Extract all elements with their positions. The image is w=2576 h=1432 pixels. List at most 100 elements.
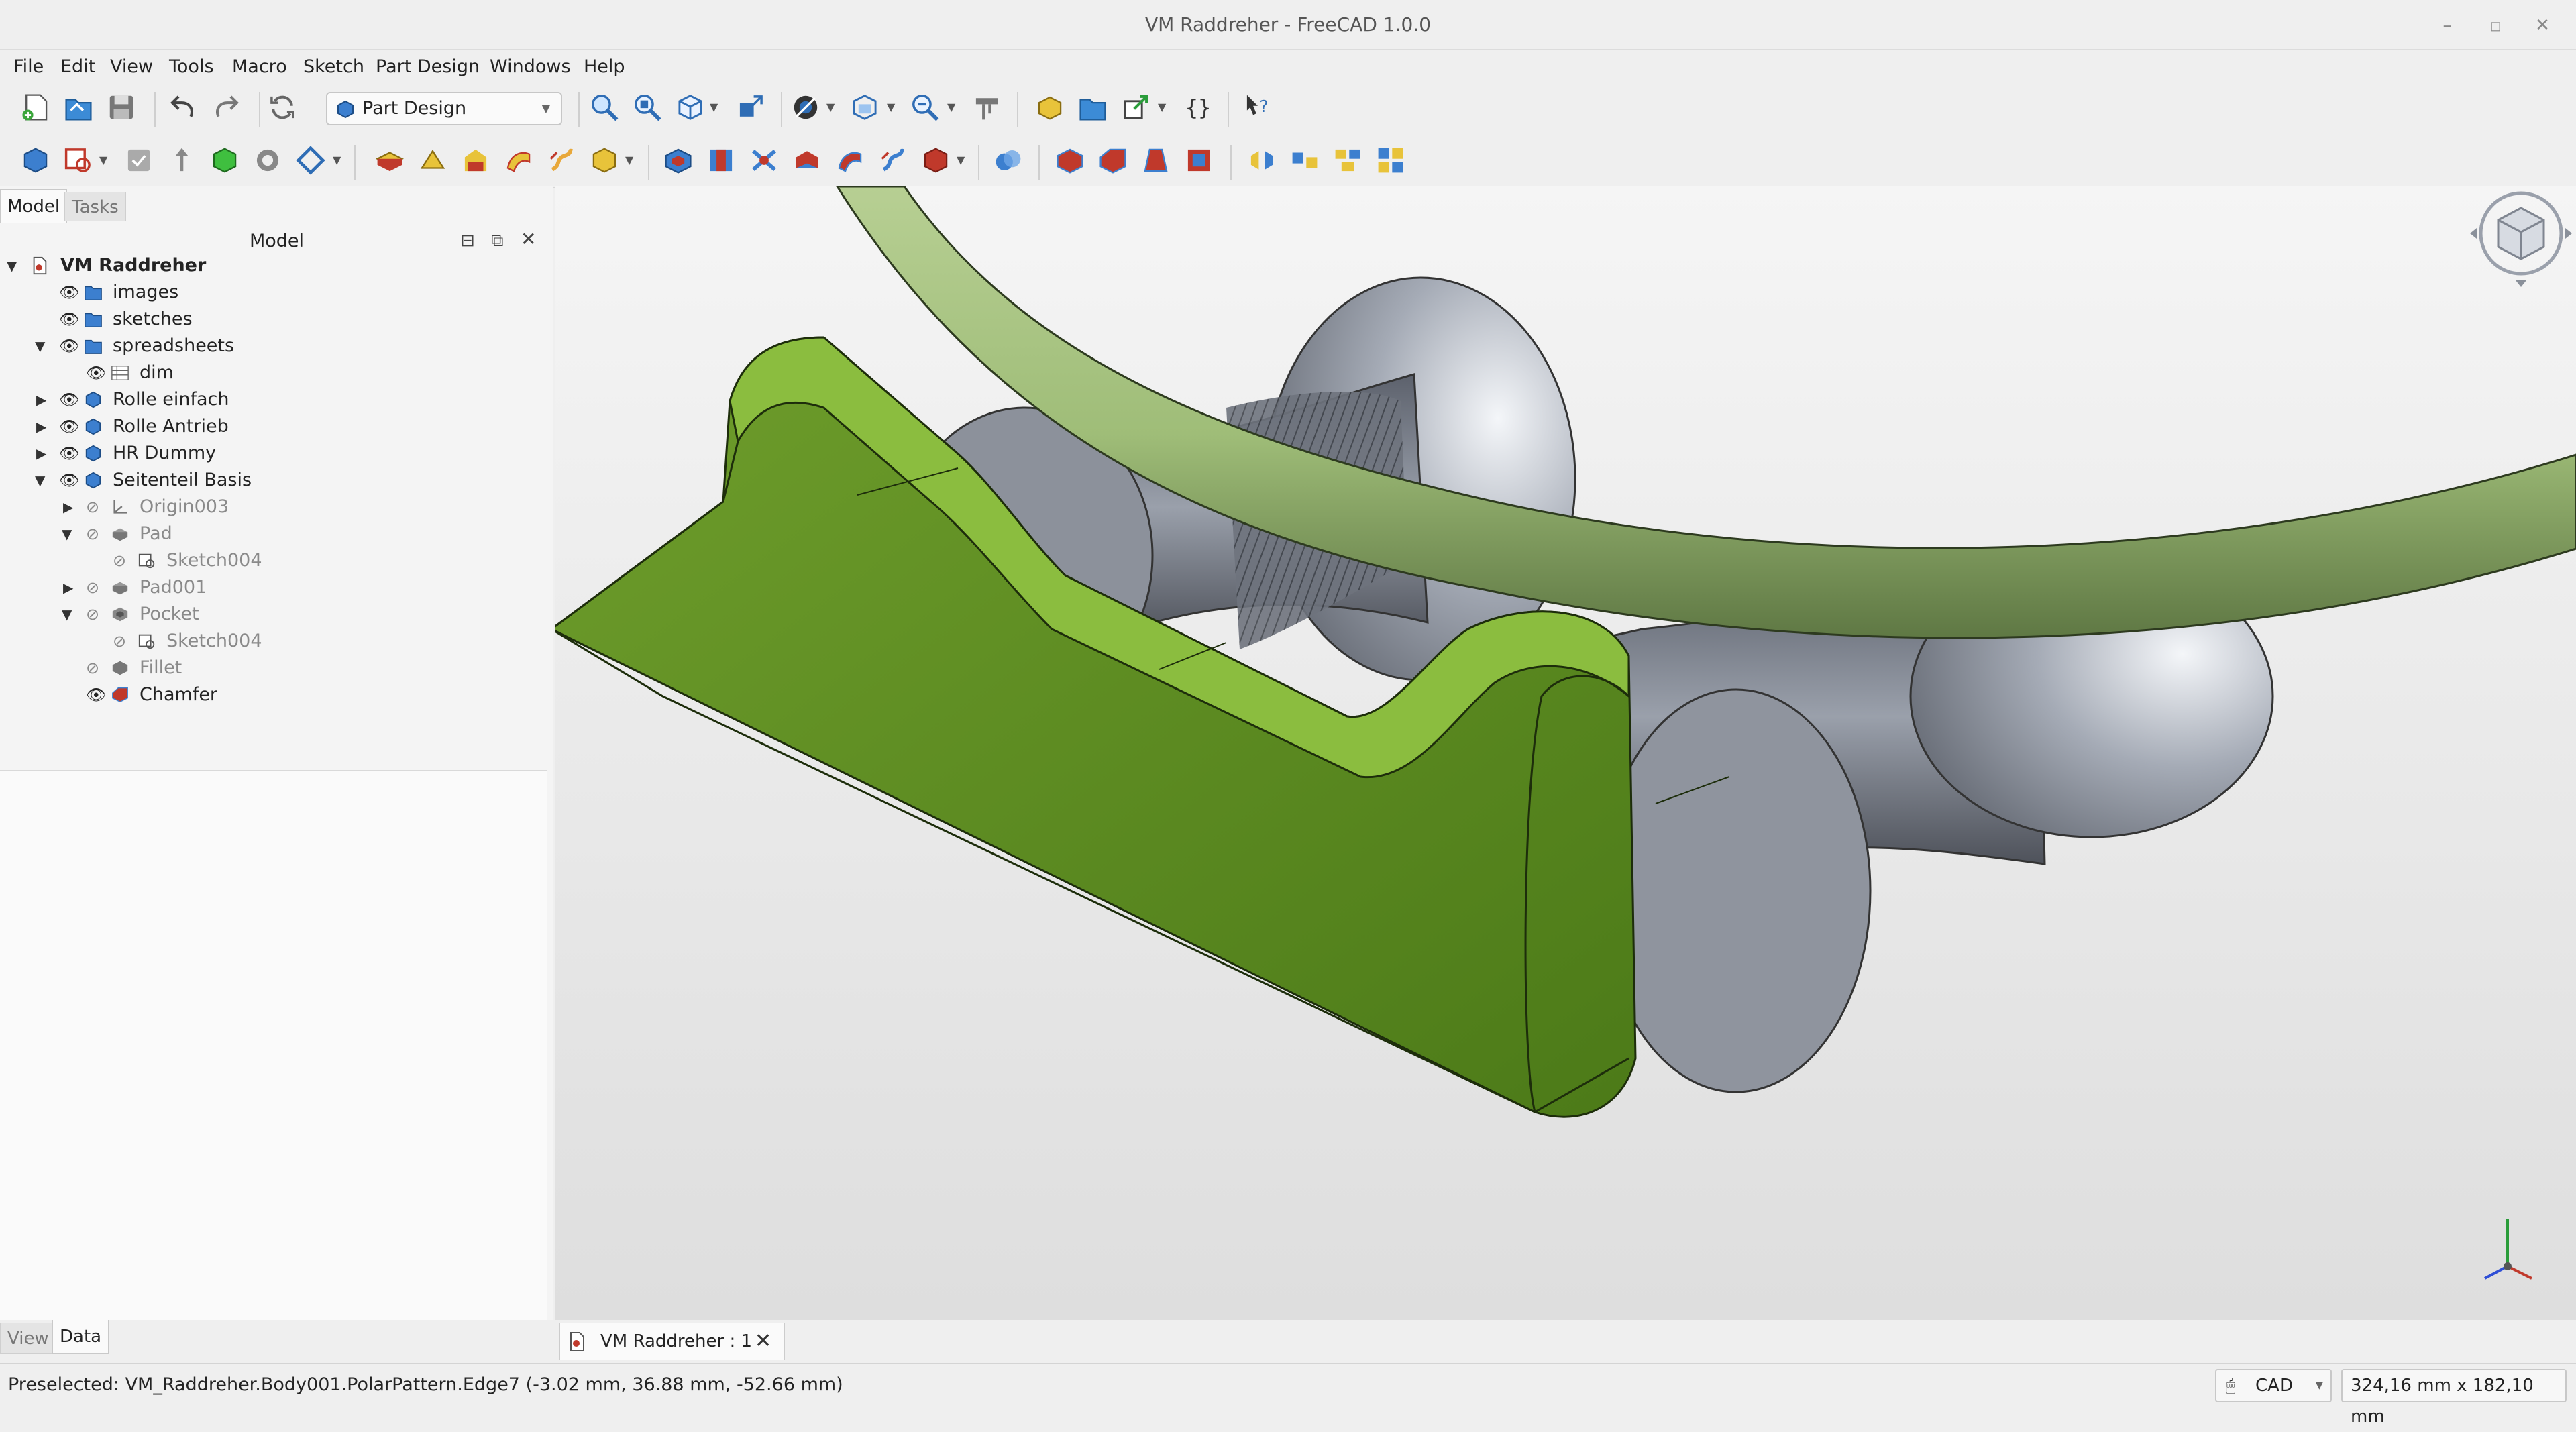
create-sketch-icon[interactable] xyxy=(62,144,95,177)
draft-icon[interactable] xyxy=(1139,144,1173,177)
boolean-icon[interactable] xyxy=(991,144,1025,177)
document-icon xyxy=(33,256,47,275)
property-tabs: View Data xyxy=(0,1320,554,1363)
save-icon[interactable] xyxy=(105,91,138,124)
float-panel-icon[interactable]: ⧉ xyxy=(491,231,504,252)
menu-file[interactable]: File xyxy=(13,51,44,83)
expand-right-icon[interactable]: ▶ xyxy=(63,494,73,520)
pocket-icon[interactable] xyxy=(661,144,695,177)
expand-right-icon[interactable]: ▶ xyxy=(36,440,46,467)
expand-down-icon[interactable]: ▼ xyxy=(35,467,45,494)
eye-icon[interactable]: 👁 xyxy=(59,440,79,467)
eye-icon[interactable]: 👁 xyxy=(59,413,79,440)
group-icon[interactable] xyxy=(1076,91,1110,124)
navigation-style-selector[interactable]: 🖱 CAD ▼ xyxy=(2215,1369,2332,1402)
menu-tools[interactable]: Tools xyxy=(169,51,214,83)
datum-plane-icon[interactable] xyxy=(294,144,327,177)
menu-windows[interactable]: Windows xyxy=(490,51,571,83)
eye-hidden-icon[interactable]: ⊘ xyxy=(113,547,126,574)
eye-hidden-icon[interactable]: ⊘ xyxy=(86,601,99,628)
menu-help[interactable]: Help xyxy=(584,51,625,83)
shape-binder-icon[interactable] xyxy=(251,144,284,177)
redo-icon[interactable] xyxy=(209,91,243,124)
groove-icon[interactable] xyxy=(747,144,781,177)
expand-down-icon[interactable]: ▼ xyxy=(7,252,17,279)
subtractive-loft-icon[interactable] xyxy=(790,144,824,177)
whats-this-icon[interactable]: ? xyxy=(1241,91,1275,124)
expand-right-icon[interactable]: ▶ xyxy=(36,386,46,413)
expand-down-icon[interactable]: ▼ xyxy=(62,601,72,628)
linear-pattern-icon[interactable] xyxy=(1288,144,1322,177)
expand-down-icon[interactable]: ▼ xyxy=(62,520,72,547)
eye-hidden-icon[interactable]: ⊘ xyxy=(86,520,99,547)
mirrored-icon[interactable] xyxy=(1245,144,1279,177)
eye-icon[interactable]: 👁 xyxy=(59,279,79,306)
helix-icon[interactable] xyxy=(545,144,578,177)
tab-data[interactable]: Data xyxy=(52,1320,109,1354)
multi-transform-icon[interactable] xyxy=(1374,144,1407,177)
minimize-button[interactable]: – xyxy=(2434,12,2461,39)
eye-icon[interactable]: 👁 xyxy=(86,360,106,386)
pipe-icon[interactable] xyxy=(502,144,535,177)
workbench-selector[interactable]: Part Design ▼ xyxy=(326,92,562,125)
tab-tasks[interactable]: Tasks xyxy=(64,192,126,221)
expand-right-icon[interactable]: ▶ xyxy=(36,413,46,440)
clone-icon[interactable] xyxy=(208,144,241,177)
polar-pattern-icon[interactable] xyxy=(1331,144,1364,177)
subtractive-primitive-icon[interactable] xyxy=(919,144,953,177)
maximize-button[interactable]: ◻ xyxy=(2482,12,2509,39)
thickness-icon[interactable] xyxy=(1182,144,1216,177)
layout-icon[interactable]: ⊟ xyxy=(460,231,475,251)
close-window-button[interactable]: ✕ xyxy=(2529,12,2556,39)
standard-views-icon[interactable] xyxy=(674,91,707,124)
menu-edit[interactable]: Edit xyxy=(60,51,95,83)
measure-icon[interactable] xyxy=(970,91,1004,124)
body-icon[interactable] xyxy=(19,144,52,177)
tab-model[interactable]: Model xyxy=(0,189,68,223)
eye-hidden-icon[interactable]: ⊘ xyxy=(86,574,99,601)
eye-icon[interactable]: 👁 xyxy=(59,467,79,494)
eye-hidden-icon[interactable]: ⊘ xyxy=(86,494,99,520)
subtractive-helix-icon[interactable] xyxy=(876,144,910,177)
menu-macro[interactable]: Macro xyxy=(232,51,287,83)
close-tab-icon[interactable]: ✕ xyxy=(755,1323,771,1360)
additive-primitive-icon[interactable] xyxy=(588,144,621,177)
close-panel-icon[interactable]: ✕ xyxy=(521,228,536,250)
eye-icon[interactable]: 👁 xyxy=(59,333,79,360)
bounding-box-icon[interactable] xyxy=(848,91,881,124)
expand-right-icon[interactable]: ▶ xyxy=(63,574,73,601)
3d-viewport[interactable] xyxy=(555,186,2576,1320)
zoom-icon[interactable] xyxy=(908,91,942,124)
menu-view[interactable]: View xyxy=(110,51,153,83)
eye-icon[interactable]: 👁 xyxy=(86,681,106,708)
tab-vm-raddreher[interactable]: VM Raddreher : 1 ✕ xyxy=(559,1323,785,1360)
macro-braces-icon[interactable]: {} xyxy=(1181,91,1214,124)
eye-hidden-icon[interactable]: ⊘ xyxy=(113,628,126,655)
revolution-icon[interactable] xyxy=(416,144,449,177)
eye-hidden-icon[interactable]: ⊘ xyxy=(86,655,99,681)
expand-down-icon[interactable]: ▼ xyxy=(35,333,45,360)
loft-icon[interactable] xyxy=(459,144,492,177)
fillet-icon[interactable] xyxy=(1053,144,1087,177)
eye-icon[interactable]: 👁 xyxy=(59,386,79,413)
link-icon[interactable] xyxy=(1119,91,1152,124)
attachment-icon[interactable] xyxy=(165,144,199,177)
new-document-icon[interactable] xyxy=(19,91,52,124)
menu-sketch[interactable]: Sketch xyxy=(303,51,364,83)
part-icon[interactable] xyxy=(1033,91,1067,124)
fit-all-icon[interactable] xyxy=(588,91,621,124)
sync-view-icon[interactable] xyxy=(734,91,767,124)
hole-icon[interactable] xyxy=(704,144,738,177)
eye-icon[interactable]: 👁 xyxy=(59,306,79,333)
menu-part-design[interactable]: Part Design xyxy=(376,51,480,83)
fit-selection-icon[interactable] xyxy=(631,91,664,124)
open-icon[interactable] xyxy=(62,91,95,124)
draw-style-icon[interactable] xyxy=(789,91,822,124)
pad-icon[interactable] xyxy=(373,144,407,177)
tab-view[interactable]: View xyxy=(0,1323,56,1354)
chamfer-icon[interactable] xyxy=(1096,144,1130,177)
undo-icon[interactable] xyxy=(166,91,200,124)
validate-sketch-icon[interactable] xyxy=(122,144,156,177)
refresh-icon[interactable] xyxy=(266,91,299,124)
subtractive-pipe-icon[interactable] xyxy=(833,144,867,177)
